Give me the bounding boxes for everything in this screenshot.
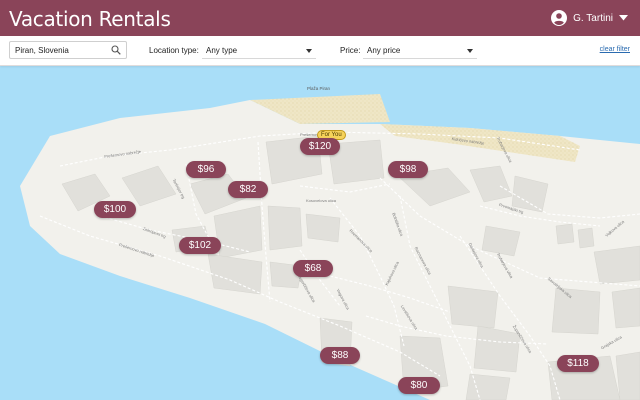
app-header: Vacation Rentals G. Tartini (0, 0, 640, 36)
price-marker[interactable]: $68 (293, 260, 333, 277)
price-marker[interactable]: $88 (320, 347, 360, 364)
search-icon[interactable] (111, 45, 121, 55)
price-label: Price: (340, 46, 361, 55)
location-type-label: Location type: (149, 46, 199, 55)
app-title: Vacation Rentals (9, 7, 171, 31)
map-view[interactable]: Plaža Piran Prešernovo nabrežje Prešerno… (0, 66, 640, 400)
price-marker[interactable]: $82 (228, 181, 268, 198)
chevron-down-icon (619, 15, 628, 21)
price-marker[interactable]: $100 (94, 201, 136, 218)
price-marker[interactable]: $80 (398, 377, 440, 394)
filter-bar: Location type: Any type Price: Any price… (0, 36, 640, 66)
location-type-select[interactable]: Any type (202, 42, 316, 59)
clear-filter-link[interactable]: clear filter (600, 46, 630, 53)
search-input[interactable] (10, 42, 110, 58)
place-label-square: Plaža Piran (307, 86, 331, 91)
price-marker[interactable]: $120 (300, 138, 340, 155)
user-name: G. Tartini (573, 12, 613, 24)
account-circle-icon (551, 10, 568, 26)
price-marker[interactable]: $98 (388, 161, 428, 178)
chevron-down-icon (306, 49, 312, 53)
user-menu[interactable]: G. Tartini (551, 9, 628, 27)
map-base (20, 94, 640, 400)
search-box (9, 41, 127, 59)
price-value: Any price (367, 46, 401, 55)
chevron-down-icon (467, 49, 473, 53)
street-label: Kosovelova ulica (306, 198, 337, 203)
price-marker[interactable]: $96 (186, 161, 226, 178)
price-marker[interactable]: $118 (557, 355, 599, 372)
price-marker[interactable]: $102 (179, 237, 221, 254)
location-type-value: Any type (206, 46, 238, 55)
price-select[interactable]: Any price (363, 42, 477, 59)
